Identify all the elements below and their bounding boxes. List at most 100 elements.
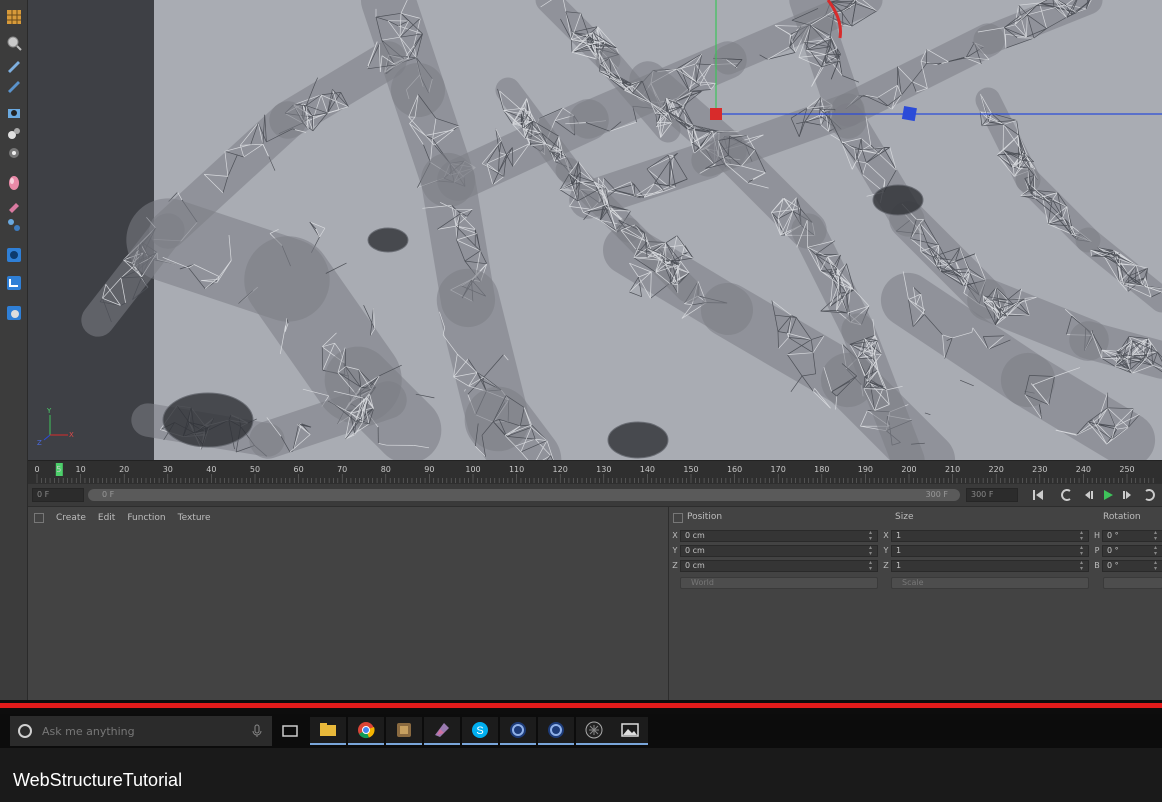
timeline-tick-label: 10 xyxy=(76,465,86,474)
cortana-search-box[interactable]: Ask me anything xyxy=(10,716,272,746)
menu-create[interactable]: Create xyxy=(56,513,86,523)
sculpt-icon[interactable] xyxy=(4,196,24,214)
timeline-tick-label: 150 xyxy=(683,465,698,474)
photoshop-icon[interactable] xyxy=(424,717,460,745)
panel-grip-icon[interactable] xyxy=(34,513,44,523)
windows-taskbar: Ask me anything S xyxy=(0,714,1162,748)
start-frame-field[interactable]: 0 F xyxy=(32,488,84,502)
pen-icon[interactable] xyxy=(4,56,24,74)
timeline-tick-label: 90 xyxy=(424,465,434,474)
next-frame-button[interactable] xyxy=(1118,486,1138,504)
task-view-icon[interactable] xyxy=(272,717,308,745)
skype-icon[interactable]: S xyxy=(462,717,498,745)
timeline-tick-label: 200 xyxy=(901,465,916,474)
menu-function[interactable]: Function xyxy=(127,513,165,523)
gizmo-z-handle[interactable] xyxy=(901,106,917,122)
paint-icon[interactable] xyxy=(4,216,24,234)
range-end-label: 300 F xyxy=(925,490,948,499)
rot-b-label: B xyxy=(1094,561,1100,570)
menu-texture[interactable]: Texture xyxy=(178,513,211,523)
microphone-icon[interactable] xyxy=(248,722,266,740)
pos-z-field[interactable]: 0 cm xyxy=(680,560,878,572)
timeline-tick-label: 0 xyxy=(34,465,39,474)
coordinates-manager: Position Size Rotation X 0 cm Y 0 cm Z 0… xyxy=(668,506,1162,700)
size-z-field[interactable]: 1 xyxy=(891,560,1089,572)
timeline-tick-label: 100 xyxy=(465,465,480,474)
axis-x-label: X xyxy=(69,431,74,439)
pos-y-field[interactable]: 0 cm xyxy=(680,545,878,557)
tool-palette xyxy=(0,0,28,700)
size-y-field[interactable]: 1 xyxy=(891,545,1089,557)
grid-icon[interactable] xyxy=(4,8,24,26)
prev-key-button[interactable] xyxy=(1056,486,1076,504)
timeline-tick-label: 230 xyxy=(1032,465,1047,474)
timeline-tick-label: 20 xyxy=(119,465,129,474)
video-caption-area: WebStructureTutorial xyxy=(0,748,1162,802)
timeline-ruler[interactable]: 0 5 10 20 30 40 50 60 70 80 90 100 110 120 130 140 150 16… xyxy=(28,460,1162,484)
rot-h-field[interactable]: 0 ° xyxy=(1102,530,1162,542)
globe-icon[interactable] xyxy=(4,304,24,322)
timeline-tick-label: 60 xyxy=(294,465,304,474)
timeline-tick-label: 130 xyxy=(596,465,611,474)
size-header: Size xyxy=(895,512,914,522)
progress-fill xyxy=(0,703,1162,708)
rot-b-field[interactable]: 0 ° xyxy=(1102,560,1162,572)
size-z-label: Z xyxy=(883,561,889,570)
timeline-tick-label: 70 xyxy=(337,465,347,474)
3d-viewport[interactable]: Y X Z xyxy=(28,0,1162,460)
play-button[interactable] xyxy=(1098,486,1118,504)
axis-y-label: Y xyxy=(46,407,52,415)
brush-icon[interactable] xyxy=(4,76,24,94)
size-x-field[interactable]: 1 xyxy=(891,530,1089,542)
prev-frame-button[interactable] xyxy=(1078,486,1098,504)
loop-button[interactable] xyxy=(1140,486,1160,504)
coordinate-mode-select[interactable]: World xyxy=(680,577,878,589)
pos-y-label: Y xyxy=(672,546,678,555)
transport-bar: 0 F 0 F 300 F 300 F xyxy=(28,484,1162,506)
apply-button[interactable] xyxy=(1103,577,1162,589)
file-explorer-icon[interactable] xyxy=(310,717,346,745)
timeline-tick-label: 190 xyxy=(858,465,873,474)
svg-text:S: S xyxy=(476,725,483,737)
chrome-icon[interactable] xyxy=(348,717,384,745)
light-icon[interactable] xyxy=(4,144,24,162)
scale-mode-select[interactable]: Scale xyxy=(891,577,1089,589)
web-structure-mesh: Y X Z xyxy=(28,0,1162,460)
gizmo-origin[interactable] xyxy=(710,108,722,120)
rot-p-field[interactable]: 0 ° xyxy=(1102,545,1162,557)
panel-grip-icon[interactable] xyxy=(673,513,683,523)
timeline-tick-label: 140 xyxy=(640,465,655,474)
cinema4d-icon[interactable] xyxy=(500,717,536,745)
rot-h-label: H xyxy=(1093,531,1100,540)
menu-edit[interactable]: Edit xyxy=(98,513,115,523)
end-frame-field[interactable]: 300 F xyxy=(966,488,1018,502)
cinema4d-icon[interactable] xyxy=(538,717,574,745)
rot-p-label: P xyxy=(1094,546,1100,555)
app-icon[interactable] xyxy=(576,717,612,745)
go-to-start-button[interactable] xyxy=(1028,486,1048,504)
sphere-icon[interactable] xyxy=(4,124,24,142)
magnifier-icon[interactable] xyxy=(4,34,24,52)
timeline-tick-label: 220 xyxy=(989,465,1004,474)
size-x-label: X xyxy=(883,531,889,540)
axis-z-label: Z xyxy=(37,439,42,447)
timeline-tick-label: 40 xyxy=(206,465,216,474)
timeline-tick-label: 170 xyxy=(771,465,786,474)
camera-icon[interactable] xyxy=(4,104,24,122)
record-icon xyxy=(1061,489,1071,501)
range-start-label: 0 F xyxy=(102,490,115,499)
video-progress-bar[interactable] xyxy=(0,700,1162,714)
size-y-label: Y xyxy=(883,546,889,555)
next-frame-icon xyxy=(1123,491,1131,499)
loop-icon xyxy=(1145,489,1155,501)
material-icon[interactable] xyxy=(4,174,24,192)
photos-icon[interactable] xyxy=(612,717,648,745)
app-icon[interactable] xyxy=(386,717,422,745)
frame-range-slider[interactable]: 0 F 300 F xyxy=(88,489,960,501)
render-icon[interactable] xyxy=(4,246,24,264)
pos-x-label: X xyxy=(672,531,678,540)
spline-icon[interactable] xyxy=(4,274,24,292)
position-header: Position xyxy=(687,512,723,522)
rotation-header: Rotation xyxy=(1103,512,1141,522)
pos-x-field[interactable]: 0 cm xyxy=(680,530,878,542)
